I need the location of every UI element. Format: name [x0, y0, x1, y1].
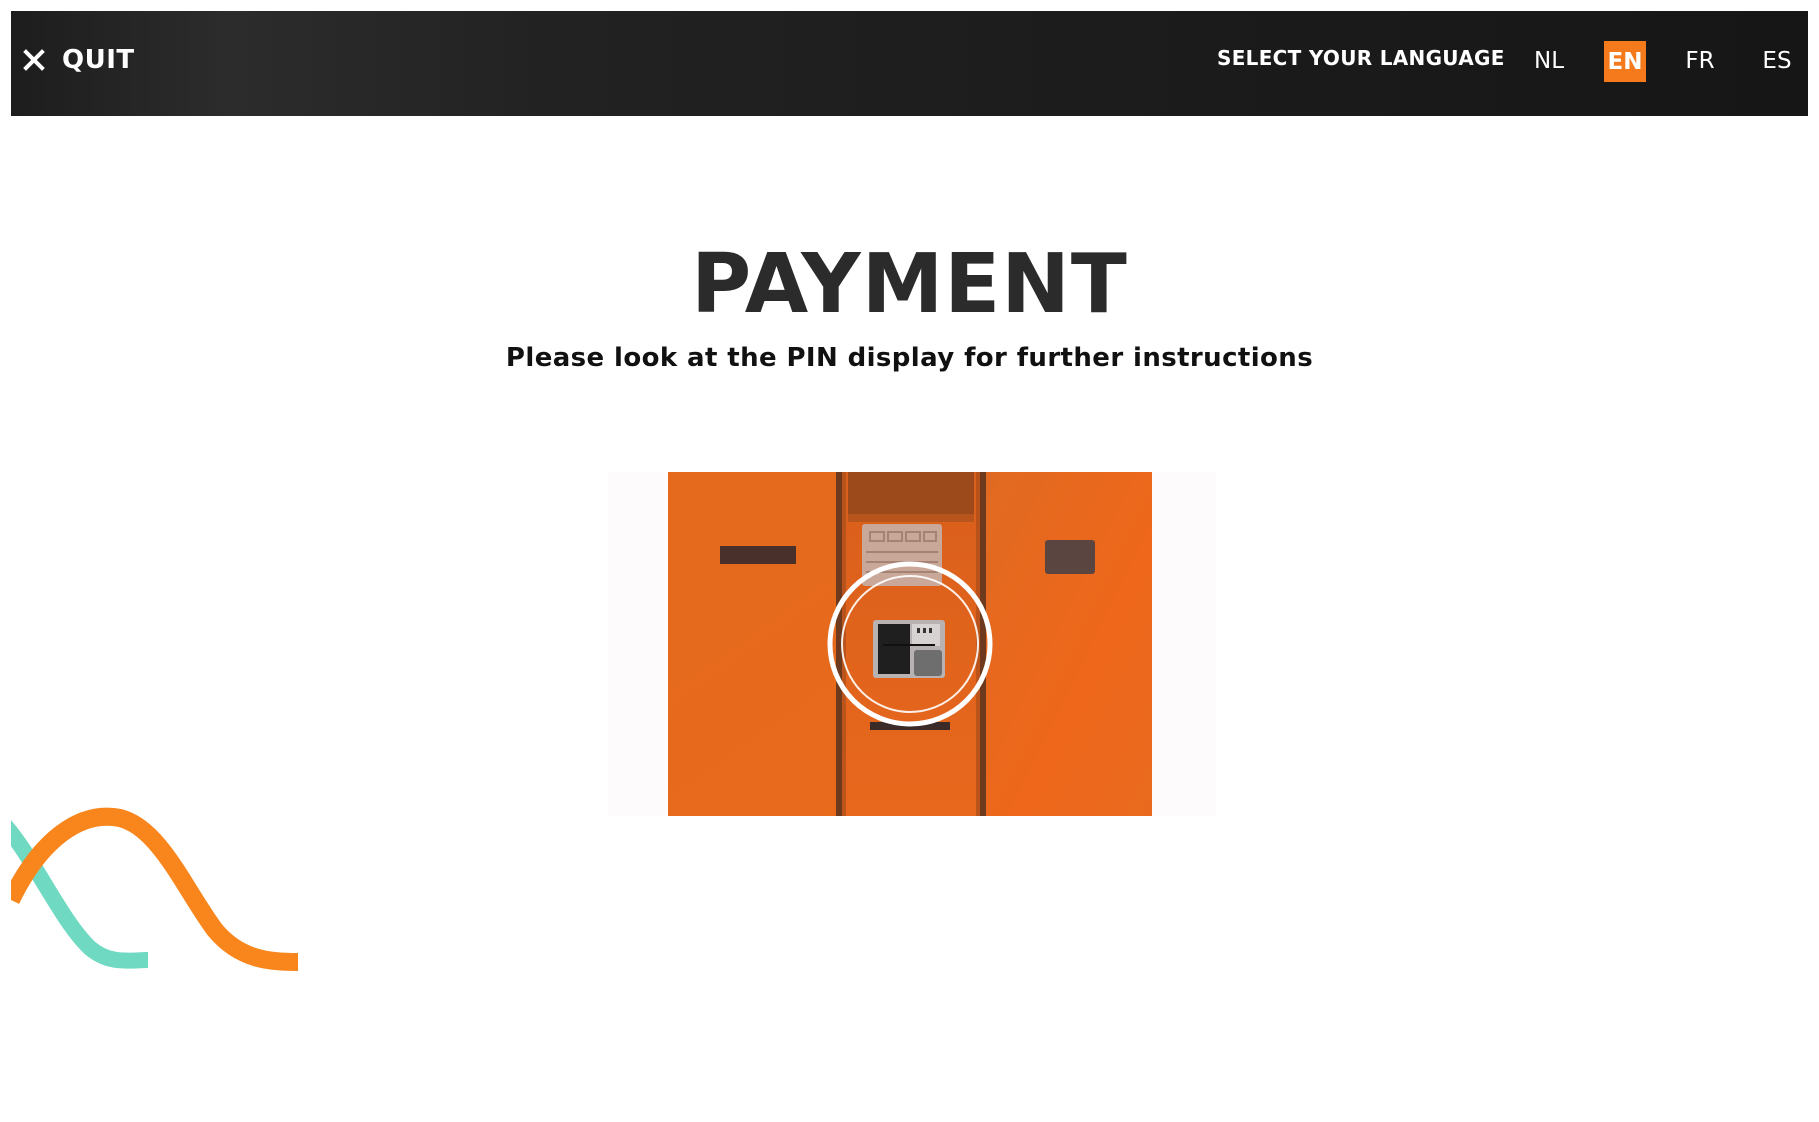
page-title: PAYMENT — [691, 237, 1128, 332]
language-option-fr[interactable]: FR — [1674, 42, 1726, 80]
language-option-nl[interactable]: NL — [1522, 42, 1576, 80]
language-option-en[interactable]: EN — [1604, 41, 1646, 82]
payment-terminal-icon — [608, 472, 1216, 816]
language-heading: SELECT YOUR LANGUAGE — [1217, 46, 1505, 70]
decorative-wave-graphic — [0, 800, 299, 980]
instruction-text: Please look at the PIN display for furth… — [505, 343, 1314, 373]
payment-screen: QUIT SELECT YOUR LANGUAGE NL EN FR ES PA… — [0, 0, 1819, 1122]
quit-button[interactable]: QUIT — [22, 0, 135, 118]
language-option-es[interactable]: ES — [1752, 42, 1802, 80]
close-icon — [23, 49, 45, 71]
quit-label: QUIT — [62, 45, 135, 75]
